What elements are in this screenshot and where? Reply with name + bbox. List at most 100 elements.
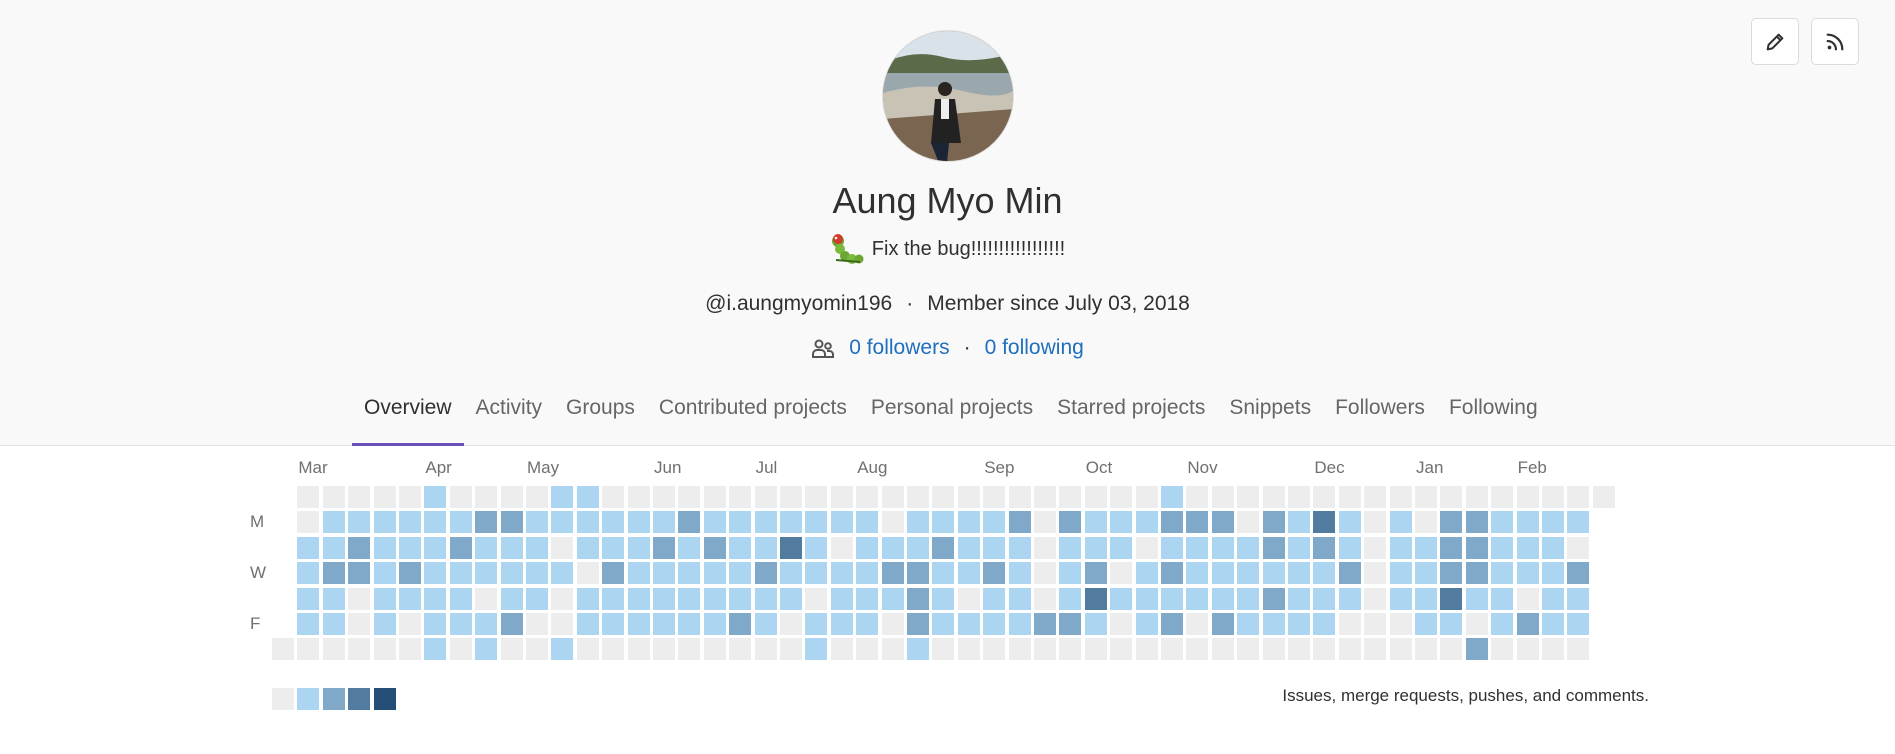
contribution-day[interactable] <box>399 613 421 635</box>
contribution-day[interactable] <box>805 536 828 559</box>
contribution-day[interactable] <box>500 536 523 559</box>
contribution-day[interactable] <box>856 562 879 585</box>
contribution-day[interactable] <box>551 486 574 508</box>
contribution-day[interactable] <box>1008 638 1031 661</box>
contribution-day[interactable] <box>1415 511 1437 534</box>
contribution-day[interactable] <box>551 638 574 661</box>
contribution-day[interactable] <box>1161 638 1183 661</box>
contribution-day[interactable] <box>1161 562 1183 585</box>
contribution-day[interactable] <box>830 638 853 661</box>
contribution-day[interactable] <box>1364 562 1387 585</box>
tab-groups[interactable]: Groups <box>554 384 647 446</box>
contribution-day[interactable] <box>1516 511 1539 534</box>
contribution-day[interactable] <box>1389 511 1412 534</box>
contribution-day[interactable] <box>1415 562 1437 585</box>
contribution-day[interactable] <box>830 613 853 635</box>
contribution-day[interactable] <box>1364 536 1387 559</box>
contribution-day[interactable] <box>1186 613 1209 635</box>
contribution-day[interactable] <box>932 562 955 585</box>
contribution-day[interactable] <box>297 613 320 635</box>
contribution-day[interactable] <box>1313 536 1336 559</box>
contribution-day[interactable] <box>678 536 701 559</box>
contribution-day[interactable] <box>424 511 447 534</box>
contribution-day[interactable] <box>449 587 472 610</box>
contribution-day[interactable] <box>576 562 599 585</box>
contribution-day[interactable] <box>399 486 421 508</box>
contribution-day[interactable] <box>475 536 498 559</box>
contribution-day[interactable] <box>805 587 828 610</box>
contribution-day[interactable] <box>1135 511 1158 534</box>
contribution-day[interactable] <box>754 587 777 610</box>
contribution-day[interactable] <box>1211 638 1234 661</box>
contribution-day[interactable] <box>856 613 879 635</box>
contribution-day[interactable] <box>729 587 752 610</box>
contribution-day[interactable] <box>576 587 599 610</box>
contribution-day[interactable] <box>475 562 498 585</box>
contribution-day[interactable] <box>1440 536 1463 559</box>
contribution-day[interactable] <box>1542 613 1564 635</box>
tab-activity[interactable]: Activity <box>464 384 555 446</box>
contribution-day[interactable] <box>1516 587 1539 610</box>
contribution-day[interactable] <box>627 638 650 661</box>
contribution-day[interactable] <box>653 638 675 661</box>
contribution-day[interactable] <box>1237 587 1260 610</box>
contribution-day[interactable] <box>678 587 701 610</box>
contribution-day[interactable] <box>754 613 777 635</box>
contribution-day[interactable] <box>805 613 828 635</box>
contribution-day[interactable] <box>1059 511 1082 534</box>
contribution-day[interactable] <box>551 536 574 559</box>
contribution-day[interactable] <box>1161 587 1183 610</box>
tab-starred-projects[interactable]: Starred projects <box>1045 384 1217 446</box>
contribution-day[interactable] <box>1211 613 1234 635</box>
contribution-day[interactable] <box>1237 511 1260 534</box>
contribution-day[interactable] <box>348 613 371 635</box>
contribution-day[interactable] <box>399 562 421 585</box>
contribution-day[interactable] <box>1135 638 1158 661</box>
contribution-day[interactable] <box>957 638 980 661</box>
contribution-day[interactable] <box>1415 486 1437 508</box>
contribution-day[interactable] <box>1542 536 1564 559</box>
contribution-day[interactable] <box>1567 486 1590 508</box>
contribution-day[interactable] <box>1110 511 1133 534</box>
contribution-day[interactable] <box>957 562 980 585</box>
contribution-day[interactable] <box>1440 562 1463 585</box>
contribution-day[interactable] <box>780 638 802 661</box>
contribution-day[interactable] <box>830 486 853 508</box>
contribution-day[interactable] <box>1008 486 1031 508</box>
contribution-day[interactable] <box>1491 536 1514 559</box>
contribution-day[interactable] <box>1465 613 1488 635</box>
contribution-day[interactable] <box>1415 613 1437 635</box>
contribution-day[interactable] <box>1161 486 1183 508</box>
contribution-day[interactable] <box>1338 562 1361 585</box>
contribution-day[interactable] <box>703 486 726 508</box>
contribution-day[interactable] <box>729 613 752 635</box>
contribution-day[interactable] <box>1338 486 1361 508</box>
contribution-day[interactable] <box>1338 587 1361 610</box>
contribution-day[interactable] <box>1211 486 1234 508</box>
contribution-day[interactable] <box>1288 613 1310 635</box>
contribution-day[interactable] <box>983 587 1006 610</box>
contribution-day[interactable] <box>678 638 701 661</box>
contribution-day[interactable] <box>1288 486 1310 508</box>
contribution-day[interactable] <box>754 536 777 559</box>
contribution-day[interactable] <box>1567 536 1590 559</box>
contribution-day[interactable] <box>1567 511 1590 534</box>
contribution-day[interactable] <box>1110 486 1133 508</box>
contribution-day[interactable] <box>1338 613 1361 635</box>
contribution-day[interactable] <box>373 587 396 610</box>
contribution-day[interactable] <box>678 562 701 585</box>
contribution-day[interactable] <box>348 486 371 508</box>
contribution-day[interactable] <box>957 613 980 635</box>
contribution-day[interactable] <box>602 587 625 610</box>
contribution-day[interactable] <box>1313 587 1336 610</box>
contribution-day[interactable] <box>1364 511 1387 534</box>
contribution-day[interactable] <box>932 613 955 635</box>
contribution-day[interactable] <box>1135 486 1158 508</box>
contribution-day[interactable] <box>754 638 777 661</box>
contribution-day[interactable] <box>1110 613 1133 635</box>
contribution-day[interactable] <box>1110 638 1133 661</box>
contribution-day[interactable] <box>907 638 929 661</box>
contribution-day[interactable] <box>576 511 599 534</box>
contribution-day[interactable] <box>602 638 625 661</box>
contribution-day[interactable] <box>1516 613 1539 635</box>
